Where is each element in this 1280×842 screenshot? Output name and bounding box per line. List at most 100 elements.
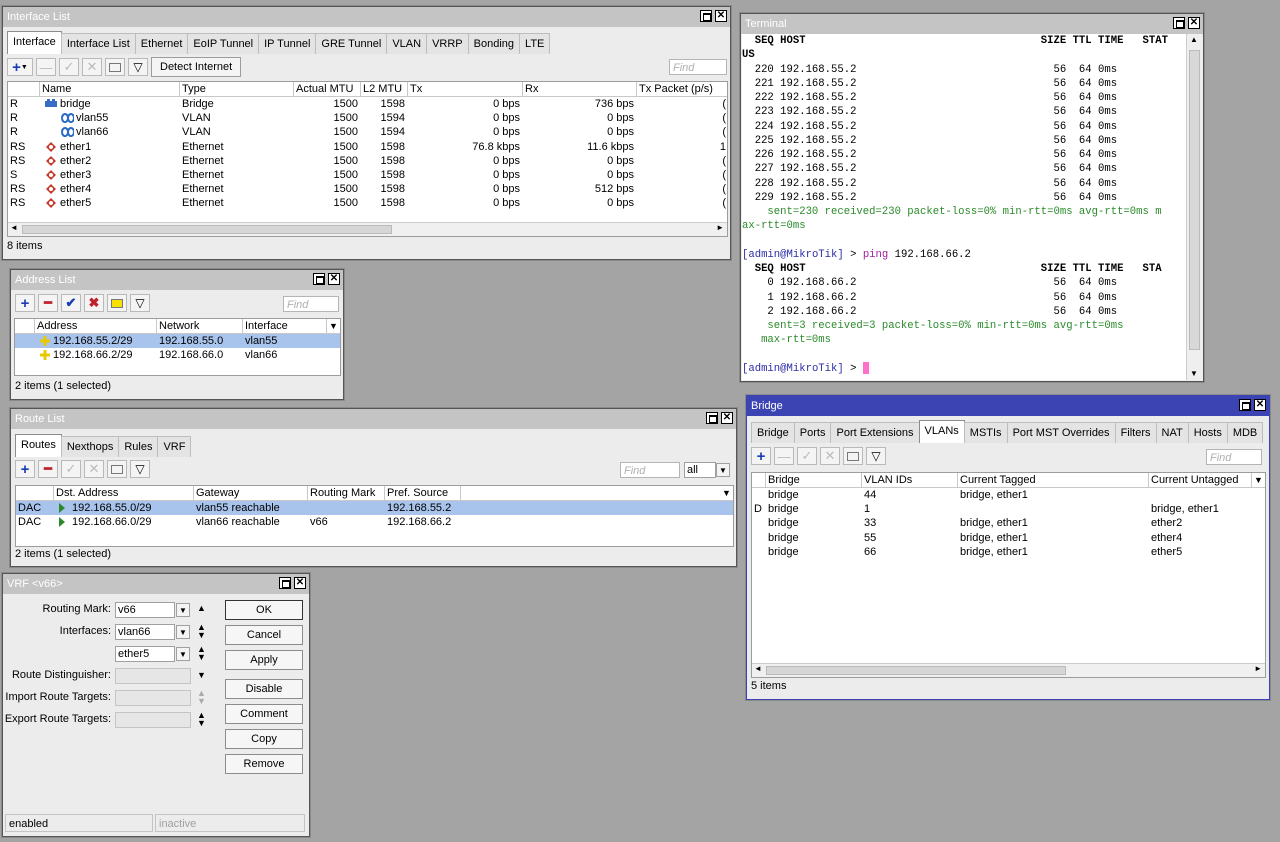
table-row[interactable]: 192.168.55.2/29 192.168.55.0 vlan55 bbox=[15, 334, 340, 349]
enable-button[interactable]: ✓ bbox=[59, 58, 79, 76]
disable-button[interactable]: ✕ bbox=[82, 58, 102, 76]
tab-vrf[interactable]: VRF bbox=[157, 436, 192, 457]
col-address[interactable]: Address bbox=[35, 319, 157, 333]
find-input[interactable]: Find bbox=[620, 462, 680, 478]
export-route-targets-updown-icon[interactable]: ▲ ▼ bbox=[197, 711, 206, 728]
close-icon[interactable] bbox=[1188, 17, 1200, 29]
tab-routes[interactable]: Routes bbox=[15, 434, 62, 457]
tab-bonding[interactable]: Bonding bbox=[467, 33, 521, 54]
route-filter-dropdown-icon[interactable]: ▼ bbox=[716, 463, 730, 477]
add-button[interactable]: + bbox=[15, 294, 35, 312]
tab-rules[interactable]: Rules bbox=[118, 436, 159, 457]
vrf-titlebar[interactable]: VRF <v66> bbox=[3, 574, 309, 594]
export-route-targets-field[interactable] bbox=[115, 712, 191, 728]
scrollbar-thumb[interactable] bbox=[766, 666, 1066, 675]
filter-button[interactable]: ▽ bbox=[130, 460, 150, 478]
tab-vlans[interactable]: VLANs bbox=[918, 420, 965, 443]
import-route-targets-field[interactable] bbox=[115, 690, 191, 706]
add-button[interactable]: + bbox=[15, 460, 35, 478]
maximize-icon[interactable] bbox=[313, 273, 325, 285]
tab-port-mst-overrides[interactable]: Port MST Overrides bbox=[1006, 422, 1116, 443]
tab-interface-list[interactable]: Interface List bbox=[60, 33, 136, 54]
table-row[interactable]: RS ether5 Ethernet 1500 1598 0 bps 0 bps ( bbox=[8, 196, 727, 210]
address-list-titlebar[interactable]: Address List bbox=[11, 270, 343, 290]
route-filter-select[interactable]: all bbox=[684, 462, 716, 478]
maximize-icon[interactable] bbox=[1173, 17, 1185, 29]
terminal-titlebar[interactable]: Terminal bbox=[741, 14, 1203, 34]
table-row[interactable]: bridge 44 bridge, ether1 bbox=[752, 488, 1265, 502]
find-input[interactable]: Find bbox=[669, 59, 727, 75]
add-dropdown-button[interactable]: + ▼ bbox=[7, 58, 33, 76]
interface-1-updown-icon[interactable]: ▲ ▼ bbox=[197, 623, 206, 640]
tab-ethernet[interactable]: Ethernet bbox=[134, 33, 189, 54]
route-list-titlebar[interactable]: Route List bbox=[11, 409, 736, 429]
horizontal-scrollbar[interactable]: ◄ ► bbox=[752, 663, 1265, 677]
table-row[interactable]: Sether3 Ethernet 1500 1598 0 bps 0 bps ( bbox=[8, 168, 727, 182]
col-dst-address[interactable]: Dst. Address bbox=[54, 486, 194, 500]
apply-button[interactable]: Apply bbox=[225, 650, 303, 670]
tab-gre-tunnel[interactable]: GRE Tunnel bbox=[315, 33, 388, 54]
enable-button[interactable]: ✓ bbox=[61, 460, 81, 478]
enable-button[interactable]: ✓ bbox=[797, 447, 817, 465]
maximize-icon[interactable] bbox=[706, 412, 718, 424]
tab-mdb[interactable]: MDB bbox=[1226, 422, 1264, 443]
tab-filters[interactable]: Filters bbox=[1114, 422, 1157, 443]
disable-button[interactable]: ✕ bbox=[84, 460, 104, 478]
comment-button[interactable] bbox=[843, 447, 863, 465]
column-menu-icon[interactable]: ▼ bbox=[327, 319, 340, 333]
column-menu-icon[interactable]: ▼ bbox=[1252, 473, 1265, 487]
detect-internet-button[interactable]: Detect Internet bbox=[151, 57, 242, 77]
col-flags[interactable] bbox=[8, 82, 40, 96]
cancel-button[interactable]: Cancel bbox=[225, 625, 303, 645]
disable-button[interactable]: ✖ bbox=[84, 294, 104, 312]
col-current-untagged[interactable]: Current Untagged bbox=[1149, 473, 1252, 487]
maximize-icon[interactable] bbox=[700, 10, 712, 22]
ok-button[interactable]: OK bbox=[225, 600, 303, 620]
tab-interface[interactable]: Interface bbox=[7, 31, 62, 54]
table-row[interactable]: bridge 33 bridge, ether1 ether2 bbox=[752, 516, 1265, 530]
maximize-icon[interactable] bbox=[1239, 399, 1251, 411]
routing-mark-collapse-icon[interactable]: ▲ bbox=[197, 604, 206, 613]
interface-1-dropdown-icon[interactable]: ▼ bbox=[176, 625, 190, 639]
interface-list-titlebar[interactable]: Interface List bbox=[3, 7, 730, 27]
remove-button[interactable]: ━ bbox=[38, 460, 58, 478]
horizontal-scrollbar[interactable]: ◄ ► bbox=[8, 222, 727, 236]
col-name[interactable]: Name bbox=[40, 82, 180, 96]
filter-button[interactable]: ▽ bbox=[128, 58, 148, 76]
table-row[interactable]: DAC 192.168.55.0/29 vlan55 reachable 192.16… bbox=[16, 501, 733, 516]
tab-port-extensions[interactable]: Port Extensions bbox=[830, 422, 920, 443]
scroll-right-icon[interactable]: ► bbox=[716, 223, 724, 232]
table-row[interactable]: bridge 66 bridge, ether1 ether5 bbox=[752, 545, 1265, 559]
route-distinguisher-field[interactable] bbox=[115, 668, 191, 684]
col-routing-mark[interactable]: Routing Mark bbox=[308, 486, 385, 500]
interface-field-2[interactable]: ether5 bbox=[115, 646, 175, 662]
col-current-tagged[interactable]: Current Tagged bbox=[958, 473, 1149, 487]
close-icon[interactable] bbox=[328, 273, 340, 285]
find-input[interactable]: Find bbox=[283, 296, 339, 312]
table-row[interactable]: Rvlan66 VLAN 1500 1594 0 bps 0 bps ( bbox=[8, 125, 727, 139]
terminal-scrollbar[interactable]: ▲ ▼ bbox=[1186, 34, 1202, 380]
col-gateway[interactable]: Gateway bbox=[194, 486, 308, 500]
tab-nat[interactable]: NAT bbox=[1155, 422, 1189, 443]
remove-button[interactable]: — bbox=[36, 58, 56, 76]
tab-mstis[interactable]: MSTIs bbox=[963, 422, 1008, 443]
close-icon[interactable] bbox=[715, 10, 727, 22]
scroll-right-icon[interactable]: ► bbox=[1254, 664, 1262, 673]
table-row[interactable]: Rvlan55 VLAN 1500 1594 0 bps 0 bps ( bbox=[8, 111, 727, 125]
tab-hosts[interactable]: Hosts bbox=[1187, 422, 1228, 443]
table-row[interactable]: bridge 55 bridge, ether1 ether4 bbox=[752, 531, 1265, 545]
remove-button[interactable]: ━ bbox=[38, 294, 58, 312]
prompt-line-2[interactable]: [admin@MikroTik] > bbox=[742, 361, 1187, 376]
col-interface[interactable]: Interface bbox=[243, 319, 327, 333]
comment-button[interactable]: Comment bbox=[225, 704, 303, 724]
col-network[interactable]: Network bbox=[157, 319, 243, 333]
col-pref-source[interactable]: Pref. Source bbox=[385, 486, 461, 500]
col-vlan-ids[interactable]: VLAN IDs bbox=[862, 473, 958, 487]
interface-2-updown-icon[interactable]: ▲ ▼ bbox=[197, 645, 206, 662]
tab-nexthops[interactable]: Nexthops bbox=[60, 436, 120, 457]
table-row[interactable]: Dbridge 1 bridge, ether1 bbox=[752, 502, 1265, 516]
disable-button[interactable]: ✕ bbox=[820, 447, 840, 465]
route-distinguisher-expand-icon[interactable]: ▼ bbox=[197, 671, 206, 680]
import-route-targets-updown-icon[interactable]: ▲ ▼ bbox=[197, 689, 206, 706]
col-rx[interactable]: Rx bbox=[523, 82, 637, 96]
